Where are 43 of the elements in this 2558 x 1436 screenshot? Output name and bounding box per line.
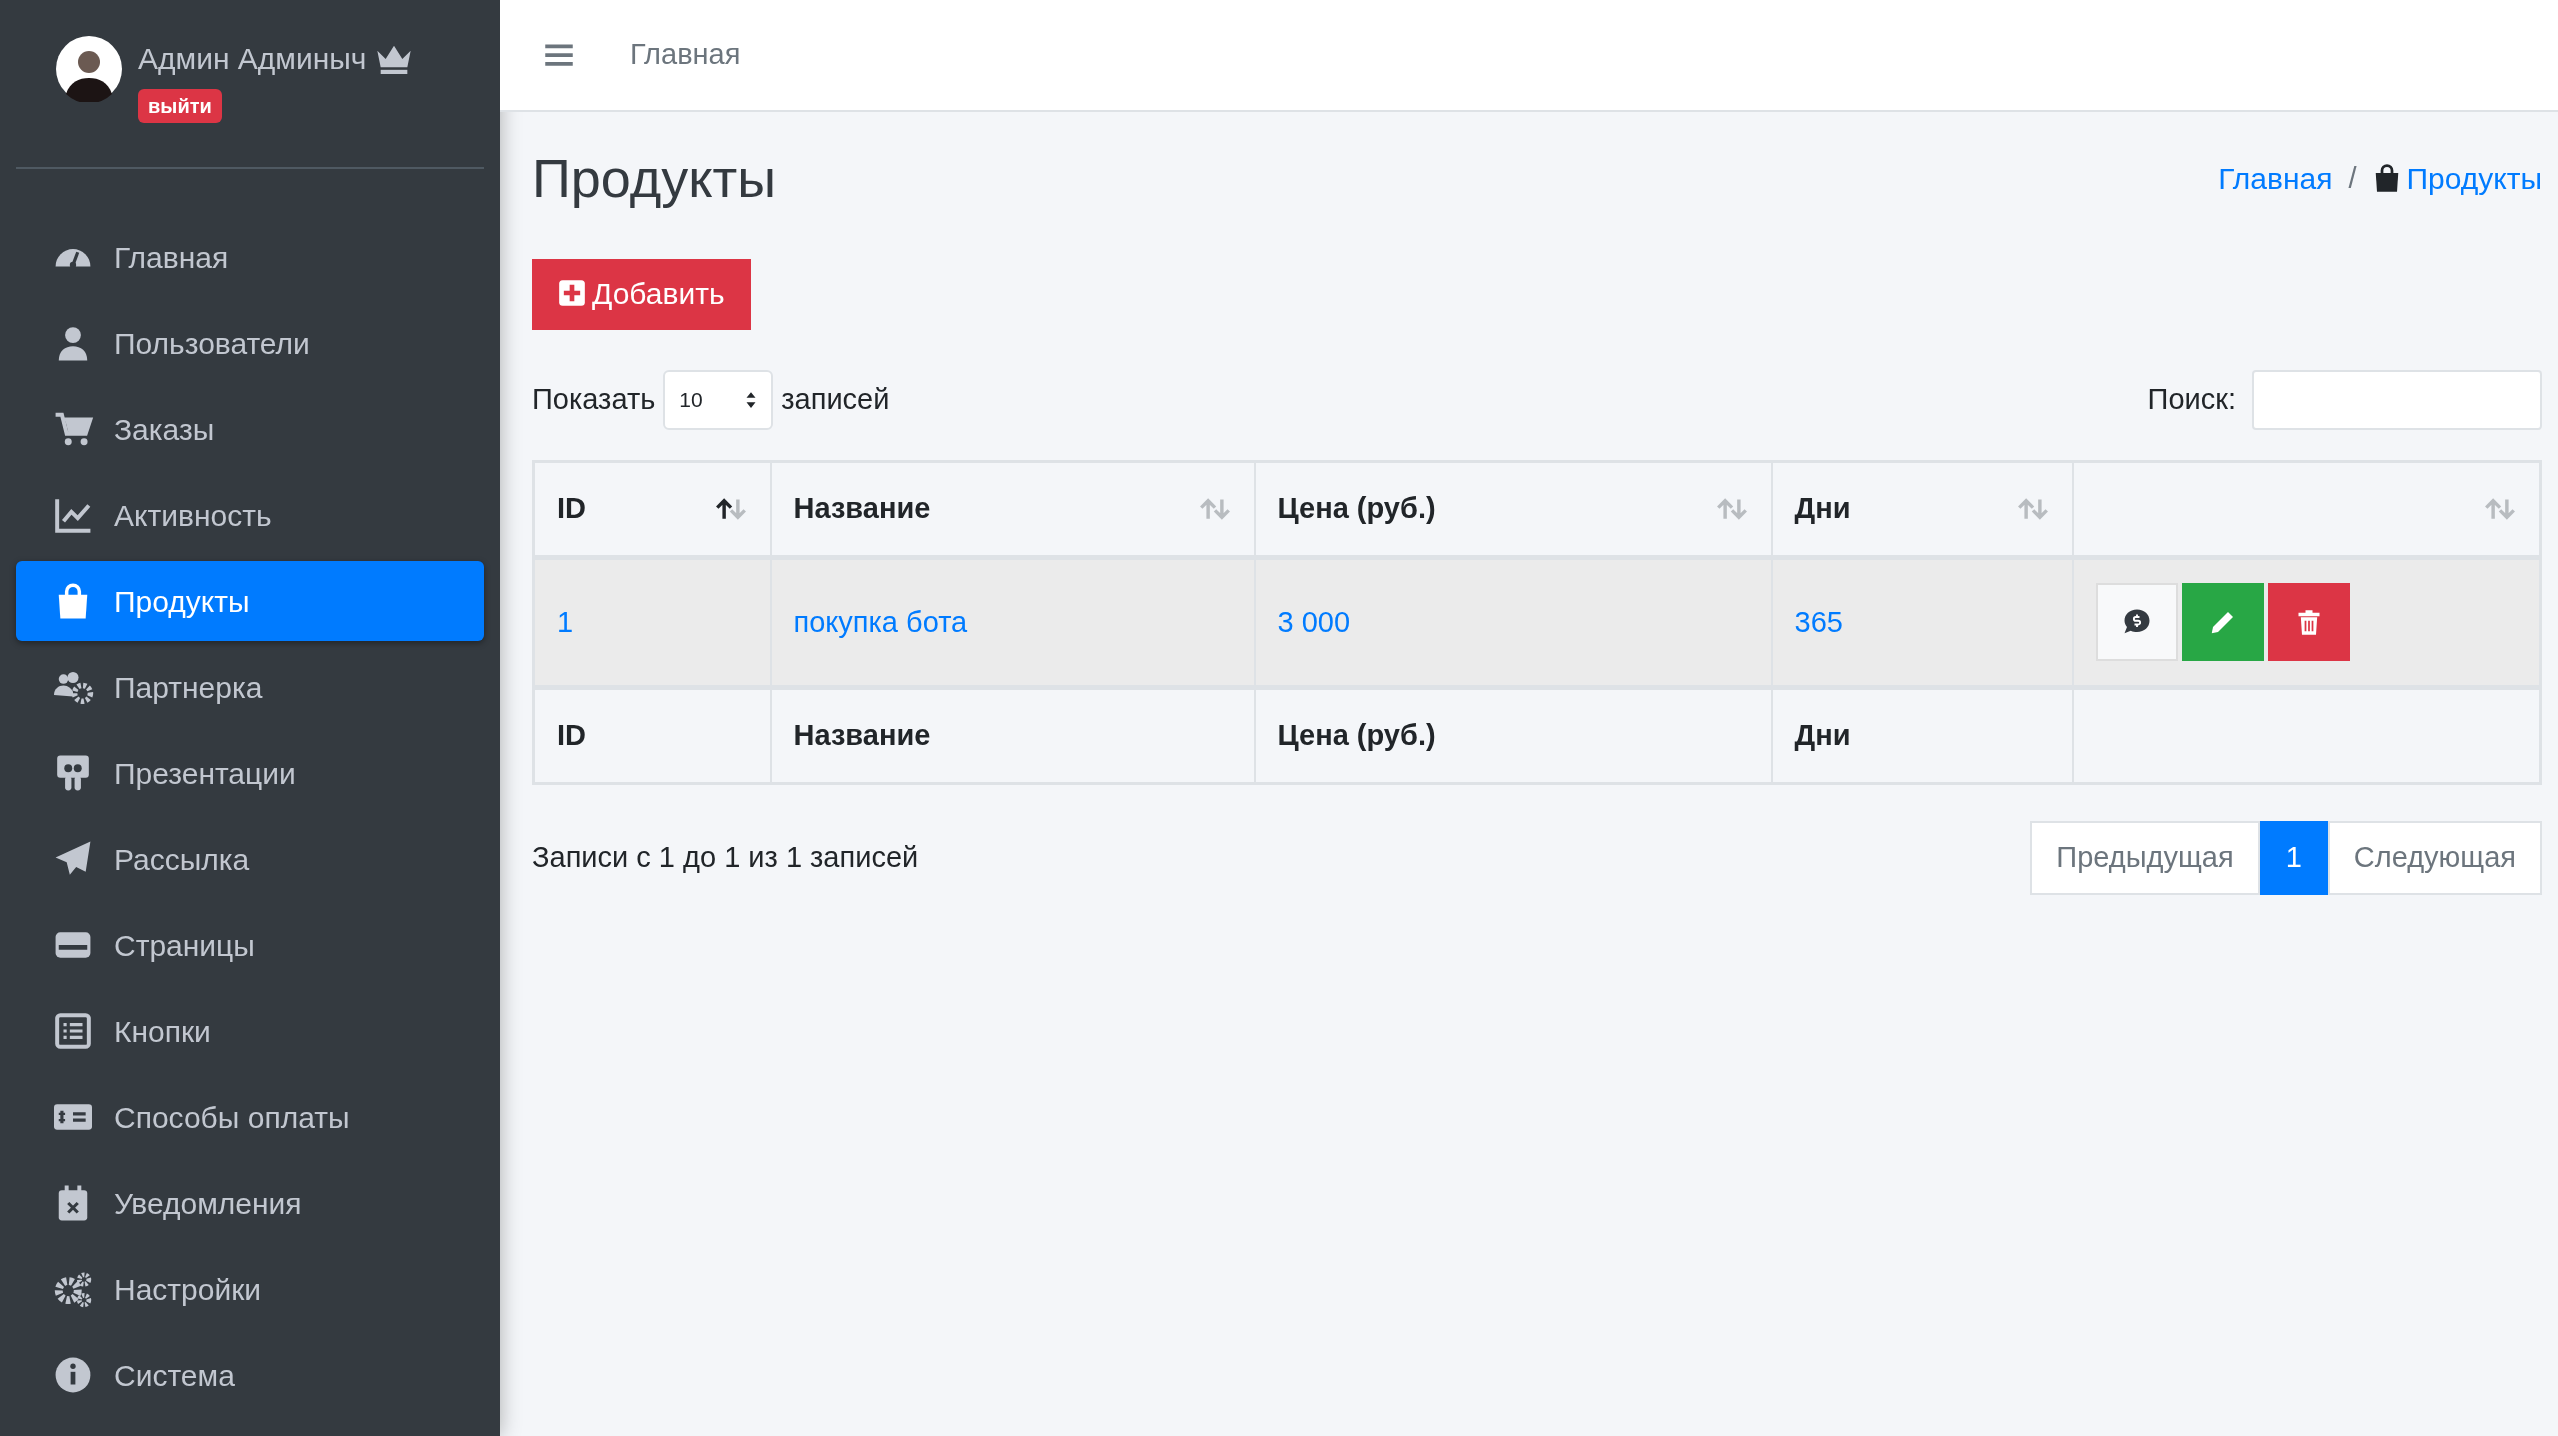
sidebar-item[interactable]: Партнерка [16, 647, 484, 727]
entries-info: Записи с 1 до 1 из 1 записей [532, 840, 919, 876]
show-label: Показать [532, 382, 656, 418]
breadcrumb-link[interactable]: Главная [2218, 155, 2333, 201]
sidebar-item[interactable]: Заказы [16, 389, 484, 469]
sidebar-item[interactable]: Система [16, 1335, 484, 1415]
breadcrumb-link[interactable]: Продукты [2372, 155, 2542, 201]
user-name: Админ Админыч [138, 41, 367, 77]
payment-button[interactable] [2095, 583, 2178, 662]
sidebar-item[interactable]: Уведомления [16, 1163, 484, 1243]
search-field[interactable] [2252, 369, 2542, 430]
column-footer: Дни [1794, 719, 1851, 752]
sidebar-item[interactable]: Настройки [16, 1249, 484, 1329]
avatar [56, 36, 122, 102]
sidebar-item[interactable]: Активность [16, 475, 484, 555]
sidebar-item[interactable]: Презентации [16, 733, 484, 813]
updown-icon [745, 390, 758, 409]
sidebar-item[interactable]: Рассылка [16, 819, 484, 899]
column-footer: Цена (руб.) [1277, 719, 1436, 752]
sidebar-item[interactable]: Кнопки [16, 991, 484, 1071]
logout-button[interactable]: выйти [138, 89, 222, 123]
gears-icon [52, 1270, 94, 1308]
page-button[interactable]: 1 [2259, 820, 2328, 895]
sidebar-item[interactable]: Главная [16, 217, 484, 297]
plus-icon [558, 279, 586, 308]
nav-link[interactable]: Главная [630, 33, 741, 77]
sidebar-item[interactable]: Продукты [16, 561, 484, 641]
breadcrumb-separator: / [2348, 160, 2357, 196]
page-button[interactable]: Следующая [2327, 820, 2542, 895]
page-title: Продукты [532, 147, 776, 210]
page-button[interactable]: Предыдущая [2030, 820, 2260, 895]
list-icon [52, 1012, 94, 1050]
sidebar-item[interactable]: Пользователи [16, 303, 484, 383]
search-label: Поиск: [2147, 382, 2236, 418]
column-footer: Название [793, 719, 931, 752]
delete-button[interactable] [2267, 583, 2350, 662]
entries-label: записей [781, 382, 890, 418]
menu-icon[interactable] [544, 42, 574, 68]
add-button[interactable]: Добавить [532, 258, 751, 330]
sidebar-item[interactable]: Страницы [16, 905, 484, 985]
column-footer: ID [557, 719, 586, 752]
sidebar-item[interactable]: Способы оплаты [16, 1077, 484, 1157]
page-size-select[interactable]: 10 [663, 369, 774, 430]
